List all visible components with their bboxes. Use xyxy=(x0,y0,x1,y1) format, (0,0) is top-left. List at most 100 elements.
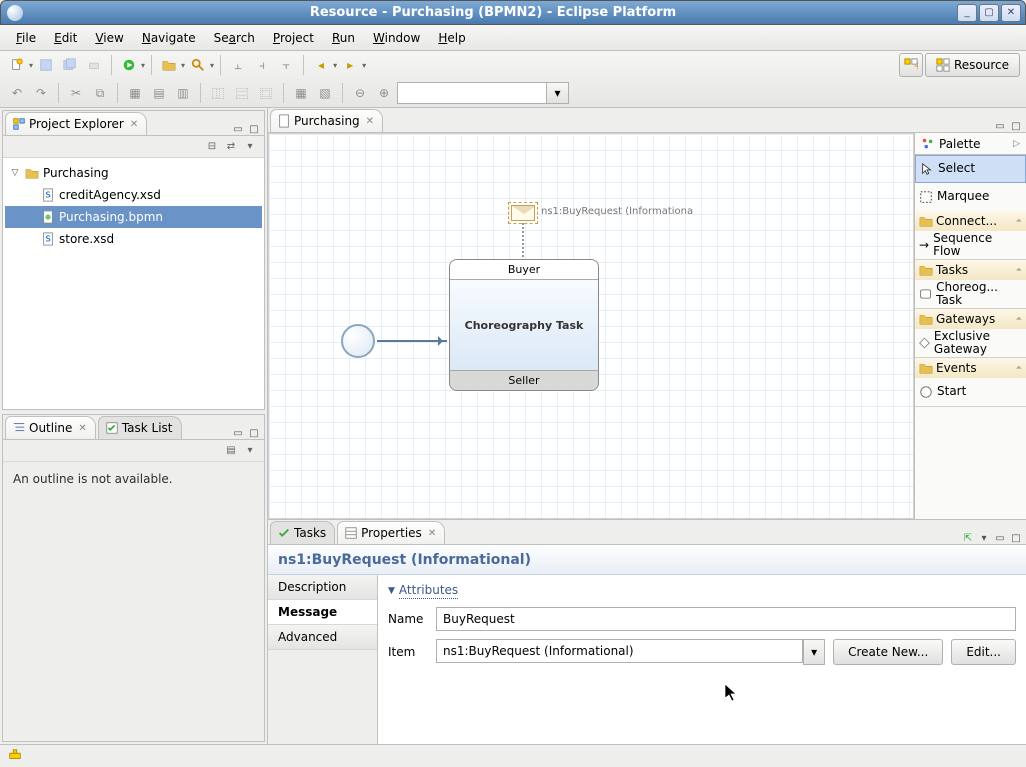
close-icon[interactable]: ✕ xyxy=(366,116,374,127)
palette-title: Palette xyxy=(939,137,981,151)
editor-tab[interactable]: Purchasing ✕ xyxy=(270,109,383,132)
item-input[interactable] xyxy=(436,639,803,663)
resource-perspective-button[interactable]: Resource xyxy=(925,53,1020,77)
task-icon xyxy=(919,287,932,301)
properties-cat-description[interactable]: Description xyxy=(268,575,377,600)
palette-sequence-flow[interactable]: →Sequence Flow xyxy=(915,231,1026,259)
tree-project-root[interactable]: ▽ Purchasing xyxy=(5,162,262,184)
bpmn-start-event[interactable] xyxy=(341,324,375,358)
palette-drawer-connectors[interactable]: Connect...⏶ xyxy=(915,211,1026,231)
project-explorer-tab[interactable]: Project Explorer ✕ xyxy=(5,112,147,135)
name-label: Name xyxy=(388,612,428,626)
minimize-view-icon[interactable]: ▭ xyxy=(994,532,1006,544)
pin-view-icon[interactable]: ⇱ xyxy=(962,532,974,544)
menu-view[interactable]: View xyxy=(87,28,131,48)
menu-help[interactable]: Help xyxy=(430,28,473,48)
open-task-button[interactable] xyxy=(158,54,180,76)
maximize-view-icon[interactable]: □ xyxy=(248,427,260,439)
zoom-combo[interactable]: ▾ xyxy=(397,82,569,104)
item-label: Item xyxy=(388,645,428,659)
link-editor-icon[interactable]: ⇄ xyxy=(223,139,239,155)
menu-edit[interactable]: Edit xyxy=(46,28,85,48)
tree-file-row[interactable]: s store.xsd xyxy=(5,228,262,250)
print-button xyxy=(83,54,105,76)
palette-marquee-tool[interactable]: Marquee xyxy=(915,183,1026,211)
attributes-section[interactable]: ▼Attributes xyxy=(388,583,1016,599)
message-envelope-icon[interactable] xyxy=(511,205,535,221)
outline-tab[interactable]: Outline ✕ xyxy=(5,416,96,439)
menu-project[interactable]: Project xyxy=(265,28,322,48)
palette-start-event[interactable]: Start xyxy=(915,378,1026,406)
view-menu-icon[interactable]: ▾ xyxy=(978,532,990,544)
properties-tab[interactable]: Properties ✕ xyxy=(337,521,445,544)
forward-button[interactable]: ▸ xyxy=(339,54,361,76)
properties-cat-advanced[interactable]: Advanced xyxy=(268,625,377,650)
expand-toggle-icon[interactable]: ▽ xyxy=(9,168,21,178)
palette-exclusive-gateway[interactable]: Exclusive Gateway xyxy=(915,329,1026,357)
bpmn-sequence-flow[interactable] xyxy=(377,340,447,342)
view-menu-icon[interactable]: ▾ xyxy=(242,139,258,155)
item-combo[interactable]: ▾ xyxy=(436,639,825,665)
tree-file-row[interactable]: Purchasing.bpmn xyxy=(5,206,262,228)
close-icon[interactable]: ✕ xyxy=(130,119,138,130)
collapse-all-icon[interactable]: ⊟ xyxy=(204,139,220,155)
tasks-tab[interactable]: Tasks xyxy=(270,521,335,544)
bpmn-choreography-task[interactable]: Buyer Choreography Task Seller xyxy=(449,259,599,391)
choreo-bottom-band[interactable]: Seller xyxy=(450,370,598,390)
maximize-view-icon[interactable]: □ xyxy=(1010,120,1022,132)
palette-header[interactable]: Palette ▷ xyxy=(915,133,1026,155)
palette-drawer-events[interactable]: Events⏶ xyxy=(915,358,1026,378)
menu-file[interactable]: File xyxy=(8,28,44,48)
new-button[interactable] xyxy=(6,54,28,76)
zoom-input[interactable] xyxy=(397,82,547,104)
close-icon[interactable]: ✕ xyxy=(428,528,436,539)
palette-choreography-task[interactable]: Choreog... Task xyxy=(915,280,1026,308)
item-dropdown-button[interactable]: ▾ xyxy=(803,639,825,665)
back-button[interactable]: ◂ xyxy=(310,54,332,76)
folder-icon xyxy=(919,361,933,375)
layout-icon-3: ▥ xyxy=(172,82,194,104)
outline-tab-label: Outline xyxy=(29,421,72,435)
maximize-button[interactable]: ▢ xyxy=(979,4,999,22)
properties-form: ▼Attributes Name Item ▾ Create New... Ed… xyxy=(378,575,1026,744)
maximize-view-icon[interactable]: □ xyxy=(1010,532,1022,544)
open-perspective-button[interactable]: + xyxy=(899,53,923,77)
zoom-dropdown-button[interactable]: ▾ xyxy=(547,82,569,104)
choreo-top-band[interactable]: Buyer xyxy=(450,260,598,280)
palette-collapse-icon[interactable]: ▷ xyxy=(1013,139,1020,149)
palette-drawer-gateways[interactable]: Gateways⏶ xyxy=(915,309,1026,329)
tasklist-tab[interactable]: Task List xyxy=(98,416,182,439)
edit-button[interactable]: Edit... xyxy=(951,639,1016,665)
minimize-view-icon[interactable]: ▭ xyxy=(232,427,244,439)
tree-file-row[interactable]: s creditAgency.xsd xyxy=(5,184,262,206)
maximize-view-icon[interactable]: □ xyxy=(248,123,260,135)
outline-view: Outline ✕ Task List ▭ □ ▤ ▾ An outline i… xyxy=(2,414,265,742)
run-button[interactable] xyxy=(118,54,140,76)
search-button[interactable] xyxy=(187,54,209,76)
menu-window[interactable]: Window xyxy=(365,28,428,48)
minimize-view-icon[interactable]: ▭ xyxy=(994,120,1006,132)
create-new-button[interactable]: Create New... xyxy=(833,639,943,665)
twistie-icon[interactable]: ▼ xyxy=(388,586,395,596)
status-icon[interactable] xyxy=(8,748,22,765)
menu-navigate[interactable]: Navigate xyxy=(134,28,204,48)
bpmn-canvas[interactable]: ns1:BuyRequest (Informationa Buyer Chore… xyxy=(268,133,914,519)
left-column: Project Explorer ✕ ▭ □ ⊟ ⇄ ▾ ▽ Pur xyxy=(0,108,268,744)
undo-icon: ↶ xyxy=(6,82,28,104)
outline-mode-icon[interactable]: ▤ xyxy=(223,443,239,459)
bpmn-editor-icon xyxy=(277,114,291,128)
view-menu-icon[interactable]: ▾ xyxy=(242,443,258,459)
palette-select-tool[interactable]: Select xyxy=(915,155,1026,183)
close-icon[interactable]: ✕ xyxy=(78,423,86,434)
properties-cat-message[interactable]: Message xyxy=(268,600,377,625)
menu-run[interactable]: Run xyxy=(324,28,363,48)
palette-drawer-tasks[interactable]: Tasks⏶ xyxy=(915,260,1026,280)
name-input[interactable] xyxy=(436,607,1016,631)
tasklist-tab-label: Task List xyxy=(122,421,173,435)
menu-search[interactable]: Search xyxy=(206,28,263,48)
minimize-button[interactable]: _ xyxy=(957,4,977,22)
close-button[interactable]: ✕ xyxy=(1001,4,1021,22)
project-explorer-view: Project Explorer ✕ ▭ □ ⊟ ⇄ ▾ ▽ Pur xyxy=(2,110,265,410)
minimize-view-icon[interactable]: ▭ xyxy=(232,123,244,135)
choreo-task-label: Choreography Task xyxy=(450,280,598,370)
